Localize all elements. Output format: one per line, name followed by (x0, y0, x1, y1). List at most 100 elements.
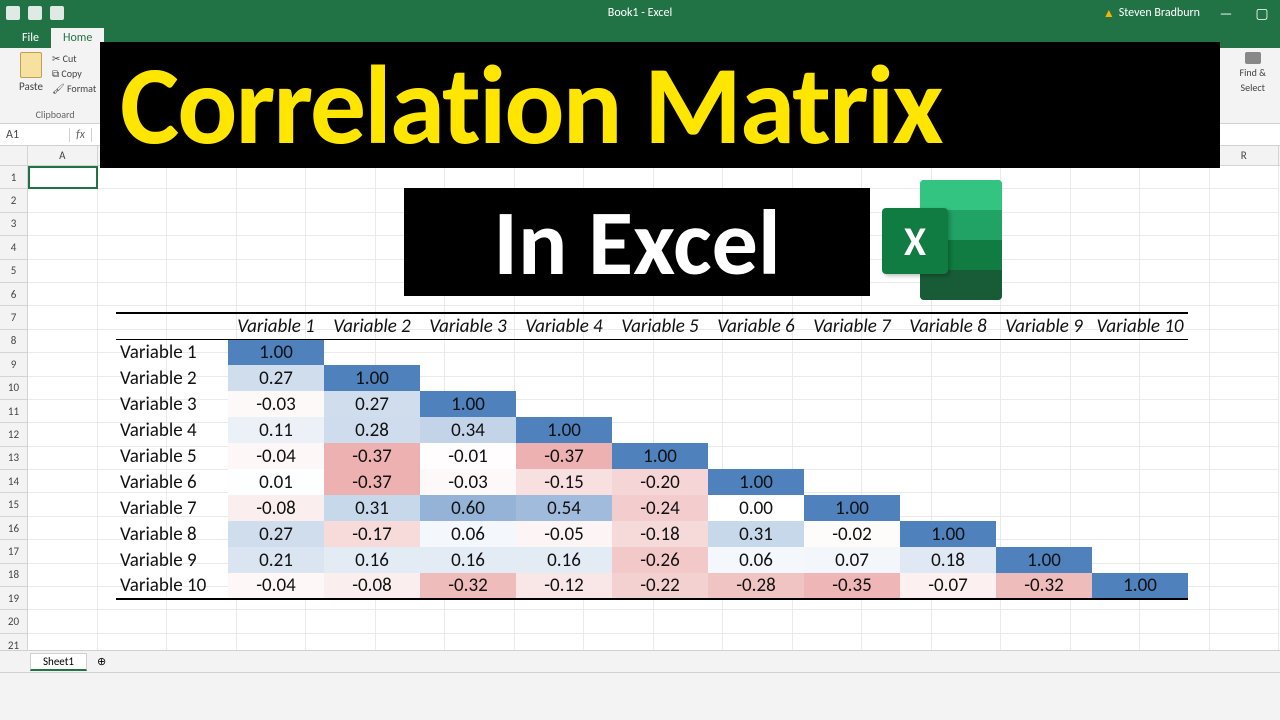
cell[interactable] (1001, 166, 1071, 189)
cell[interactable] (306, 634, 376, 650)
cell[interactable] (28, 540, 98, 563)
cell[interactable] (28, 260, 98, 283)
cell[interactable] (98, 189, 168, 212)
cell[interactable] (167, 283, 237, 306)
cell[interactable] (237, 283, 307, 306)
row-header[interactable]: 17 (0, 540, 28, 563)
cell[interactable] (793, 610, 863, 633)
row-header[interactable]: 2 (0, 189, 28, 212)
cell[interactable] (862, 634, 932, 650)
row-header[interactable]: 20 (0, 610, 28, 633)
row-header[interactable]: 12 (0, 423, 28, 446)
cell[interactable] (1210, 470, 1280, 493)
select-all-corner[interactable] (0, 146, 28, 165)
cell[interactable] (1210, 236, 1280, 259)
maximize-button[interactable]: ▢ (1244, 0, 1280, 26)
cell[interactable] (306, 610, 376, 633)
cell[interactable] (1001, 260, 1071, 283)
undo-icon[interactable] (28, 6, 42, 20)
cell[interactable] (167, 213, 237, 236)
cell[interactable] (584, 610, 654, 633)
cell[interactable] (723, 610, 793, 633)
cell[interactable] (28, 377, 98, 400)
cell[interactable] (1001, 610, 1071, 633)
cell[interactable] (1210, 634, 1280, 650)
cell[interactable] (1001, 283, 1071, 306)
cell[interactable] (98, 260, 168, 283)
cell[interactable] (28, 493, 98, 516)
cell[interactable] (1210, 353, 1280, 376)
cell[interactable] (1140, 236, 1210, 259)
cell[interactable] (98, 283, 168, 306)
cell[interactable] (306, 236, 376, 259)
cell[interactable] (862, 610, 932, 633)
row-header[interactable]: 14 (0, 470, 28, 493)
cell[interactable] (28, 306, 98, 329)
tab-file[interactable]: File (10, 28, 51, 48)
cell[interactable] (237, 634, 307, 650)
cell[interactable] (1140, 610, 1210, 633)
cell[interactable] (1210, 587, 1280, 610)
cell[interactable] (1210, 330, 1280, 353)
cell[interactable] (28, 564, 98, 587)
cell[interactable] (1140, 189, 1210, 212)
cell[interactable] (167, 610, 237, 633)
save-icon[interactable] (6, 6, 20, 20)
cell[interactable] (28, 587, 98, 610)
cell[interactable] (98, 213, 168, 236)
cell[interactable] (167, 260, 237, 283)
cell[interactable] (515, 634, 585, 650)
cell[interactable] (1001, 634, 1071, 650)
cell[interactable] (306, 213, 376, 236)
cell[interactable] (1210, 400, 1280, 423)
cell[interactable] (1001, 236, 1071, 259)
cell[interactable] (98, 634, 168, 650)
cell[interactable] (1210, 610, 1280, 633)
cell[interactable] (1210, 564, 1280, 587)
find-select-button[interactable]: Find & Select (1240, 52, 1266, 94)
cell[interactable] (237, 260, 307, 283)
cell[interactable] (376, 634, 446, 650)
tab-home[interactable]: Home (51, 28, 104, 48)
cell[interactable] (1071, 213, 1141, 236)
cell[interactable] (515, 610, 585, 633)
cell[interactable] (1210, 213, 1280, 236)
row-header[interactable]: 11 (0, 400, 28, 423)
cell[interactable] (445, 610, 515, 633)
cell[interactable] (1210, 306, 1280, 329)
row-header[interactable]: 18 (0, 564, 28, 587)
cell[interactable] (1001, 189, 1071, 212)
row-header[interactable]: 21 (0, 634, 28, 650)
cell[interactable] (28, 400, 98, 423)
fx-icon[interactable]: fx (70, 128, 92, 142)
row-header[interactable]: 6 (0, 283, 28, 306)
cell[interactable] (1210, 283, 1280, 306)
cell[interactable] (28, 236, 98, 259)
paste-button[interactable]: Paste (14, 52, 48, 95)
row-header[interactable]: 5 (0, 260, 28, 283)
cell[interactable] (237, 236, 307, 259)
cell[interactable] (1140, 283, 1210, 306)
cell[interactable] (28, 423, 98, 446)
cell[interactable] (932, 610, 1002, 633)
cell[interactable] (237, 213, 307, 236)
cell[interactable] (28, 353, 98, 376)
cell[interactable] (1071, 189, 1141, 212)
cell[interactable] (723, 634, 793, 650)
cell[interactable] (1210, 493, 1280, 516)
cell[interactable] (1001, 213, 1071, 236)
cell[interactable] (28, 330, 98, 353)
cell[interactable] (306, 260, 376, 283)
cell[interactable] (1071, 260, 1141, 283)
row-header[interactable]: 15 (0, 493, 28, 516)
cell[interactable] (28, 517, 98, 540)
copy-button[interactable]: ⧉ Copy (52, 67, 96, 80)
cell[interactable] (1210, 447, 1280, 470)
minimize-button[interactable]: — (1208, 0, 1244, 26)
row-header[interactable]: 13 (0, 447, 28, 470)
cell[interactable] (584, 634, 654, 650)
name-box[interactable]: A1 (0, 128, 70, 142)
cell[interactable] (167, 634, 237, 650)
cell[interactable] (1210, 166, 1280, 189)
cell[interactable] (306, 189, 376, 212)
